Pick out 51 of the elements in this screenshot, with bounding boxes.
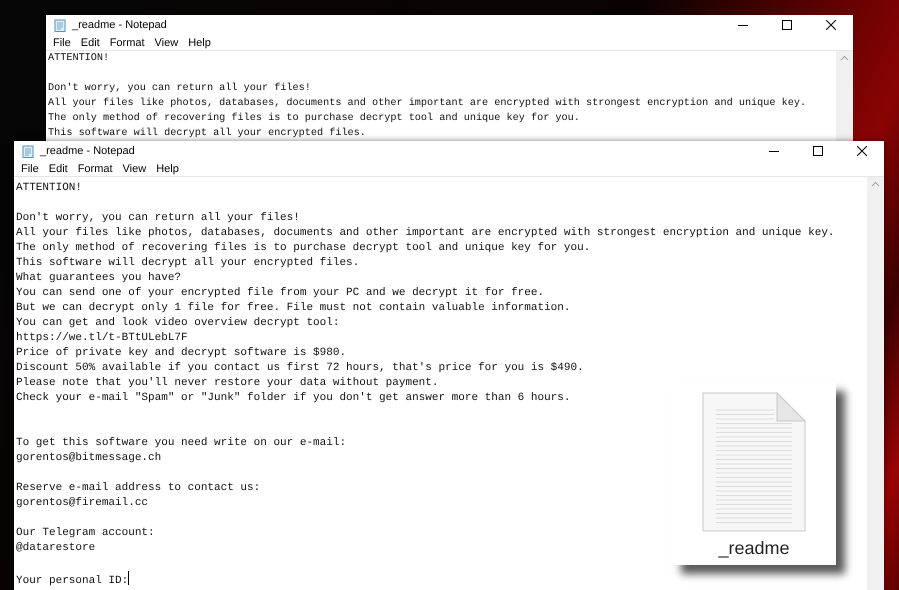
text-line: To get this software you need write on our e-mail: — [16, 437, 346, 449]
text-line: You can get and look video overview decrypt tool: — [16, 317, 340, 329]
menu-item[interactable]: View — [118, 162, 152, 174]
text-line: ATTENTION! — [48, 53, 110, 64]
text-line: Don't worry, you can return all your files! — [48, 83, 311, 94]
text-line: This software will decrypt all your encrypted files. — [16, 257, 360, 269]
notepad-icon — [54, 18, 66, 32]
window-title: _readme - Notepad — [40, 145, 136, 157]
text-line: Our Telegram account: — [16, 527, 155, 539]
menu-item[interactable]: Edit — [76, 36, 105, 48]
close-icon — [826, 20, 836, 30]
text-line: You can send one of your encrypted file from your PC and we decrypt it for free. — [16, 287, 544, 299]
menu-item[interactable]: File — [48, 36, 76, 48]
text-line: ATTENTION! — [16, 182, 82, 194]
text-line: This software will decrypt all your encrypted files. — [48, 128, 366, 139]
text-line: But we can decrypt only 1 file for free. File must not contain valuable information. — [16, 302, 570, 314]
text-line: All your files like photos, databases, documents and other important are encrypted with strongest encryption and unique key. — [48, 98, 806, 109]
menu-item[interactable]: Format — [104, 36, 150, 48]
text-line: Reserve e-mail address to contact us: — [16, 482, 260, 494]
scroll-up-icon[interactable] — [840, 55, 849, 61]
scrollbar[interactable] — [836, 51, 853, 143]
menu-item[interactable]: View — [150, 36, 184, 48]
file-card[interactable]: _readme — [672, 382, 836, 565]
menu-item[interactable]: Format — [72, 162, 118, 174]
scroll-up-icon[interactable] — [871, 181, 880, 187]
menu-item[interactable]: File — [16, 162, 44, 174]
text-line: The only method of recovering files is to purchase decrypt tool and unique key for you. — [16, 242, 590, 254]
text-line: gorentos@bitmessage.ch — [16, 452, 162, 464]
text-line: Your personal ID: — [16, 575, 128, 587]
text-line: The only method of recovering files is to purchase decrypt tool and unique key for you. — [48, 113, 580, 124]
menu-item[interactable]: Edit — [44, 162, 73, 174]
text-line: @datarestore — [16, 542, 96, 554]
document-icon — [702, 392, 806, 532]
maximize-icon — [813, 146, 823, 156]
text-line: Price of private key and decrypt software is $980. — [16, 347, 346, 359]
text-line: https://we.tl/t-BTtULebL7F — [16, 332, 188, 344]
notepad-icon — [22, 144, 34, 158]
close-icon — [857, 146, 867, 156]
menu-item[interactable]: Help — [183, 36, 216, 48]
menu-item[interactable]: Help — [151, 162, 184, 174]
window-title: _readme - Notepad — [72, 19, 168, 31]
text-line: What guarantees you have? — [16, 272, 182, 284]
file-name: _readme — [718, 538, 790, 559]
maximize-icon — [782, 20, 792, 30]
text-line: Don't worry, you can return all your files! — [16, 212, 300, 224]
text-line: Discount 50% available if you contact us first 72 hours, that's price for you is $490. — [16, 362, 584, 374]
text-line: Check your e-mail "Spam" or "Junk" folder if you don't get answer more than 6 hours. — [16, 392, 570, 404]
text-line: Please note that you'll never restore your data without payment. — [16, 377, 438, 389]
text-line: All your files like photos, databases, documents and other important are encrypted with strongest encryption and unique key. — [16, 227, 835, 239]
text-line: gorentos@firemail.cc — [16, 497, 148, 509]
scrollbar[interactable] — [867, 177, 884, 590]
